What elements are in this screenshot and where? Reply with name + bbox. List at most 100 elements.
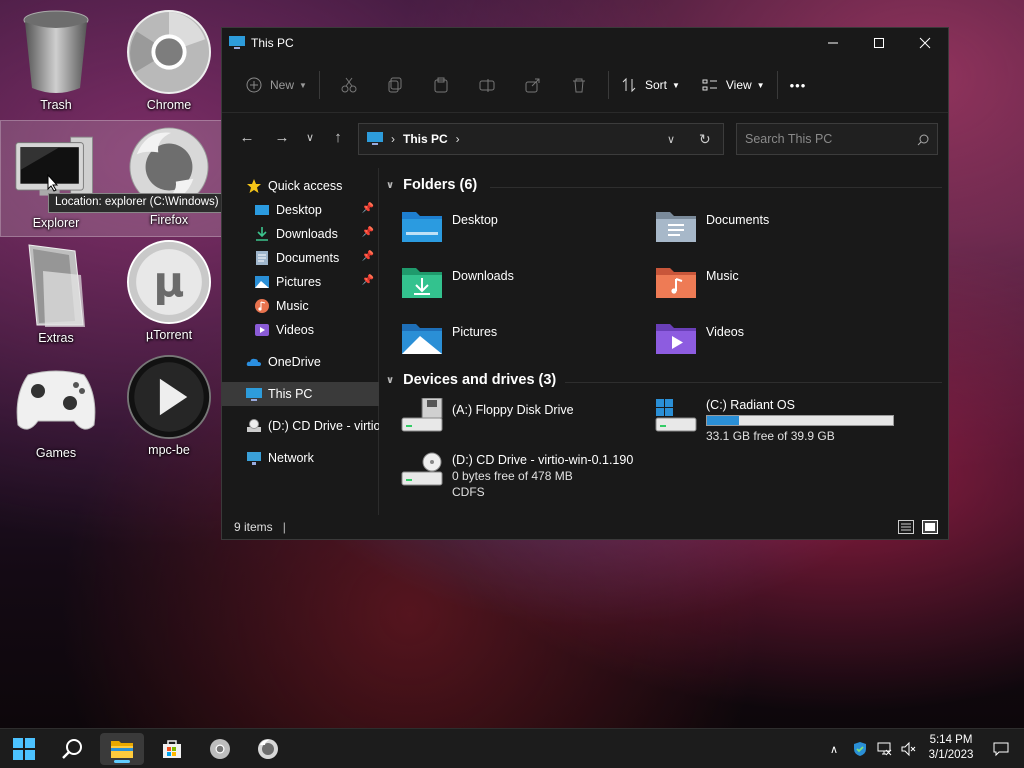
desktop-icon-utorrent[interactable]: µ µTorrent — [119, 240, 219, 342]
group-header-label: Folders (6) — [403, 177, 478, 193]
desktop-icon-trash[interactable]: Trash — [6, 10, 106, 112]
drive-tile-c[interactable]: (C:) Radiant OS 33.1 GB free of 39.9 GB — [654, 398, 934, 444]
network-tray-button[interactable] — [874, 729, 894, 768]
address-bar[interactable]: › This PC › ∨ ↻ — [358, 123, 724, 155]
forward-button[interactable]: → — [267, 122, 297, 152]
drive-tile-cd[interactable]: (D:) CD Drive - virtio-win-0.1.190 0 byt… — [400, 452, 700, 500]
music-folder-icon — [656, 268, 696, 298]
notification-icon — [993, 742, 1009, 757]
notifications-button[interactable] — [990, 729, 1012, 768]
breadcrumb-this-pc[interactable]: This PC — [403, 132, 448, 146]
desktop-icon-games[interactable]: Games — [6, 358, 106, 460]
chevron-down-icon: ∨ — [305, 131, 315, 144]
close-button[interactable] — [902, 28, 948, 58]
sidebar-item-this-pc[interactable]: This PC — [222, 382, 379, 406]
network-icon — [247, 452, 261, 465]
new-button[interactable]: New ▼ — [240, 69, 313, 101]
details-view-icon — [898, 520, 914, 534]
taskbar-firefox[interactable] — [246, 733, 290, 765]
taskbar-clock[interactable]: 5:14 PM 3/1/2023 — [920, 733, 982, 763]
drive-label: (D:) CD Drive - virtio-win-0.1.190 — [452, 453, 634, 467]
folder-tile-desktop[interactable]: Desktop — [400, 208, 630, 244]
sidebar-item-pictures[interactable]: Pictures 📌 — [222, 270, 379, 294]
start-button[interactable] — [2, 733, 46, 765]
chevron-down-icon: ∨ — [386, 179, 395, 191]
taskbar-file-explorer[interactable] — [100, 733, 144, 765]
tiles-view-button[interactable] — [922, 520, 938, 537]
arrow-up-icon: ↑ — [334, 128, 342, 146]
folder-tile-documents[interactable]: Documents — [654, 208, 884, 244]
search-button[interactable] — [50, 733, 94, 765]
see-more-button[interactable]: ••• — [784, 69, 813, 101]
folder-tile-videos[interactable]: Videos — [654, 320, 884, 356]
pin-icon: 📌 — [361, 227, 374, 238]
floppy-drive-icon — [401, 398, 443, 432]
address-dropdown-icon[interactable]: ∨ — [667, 133, 675, 146]
folder-tile-downloads[interactable]: Downloads — [400, 264, 630, 300]
folder-label: Pictures — [452, 325, 498, 339]
sidebar-item-network[interactable]: Network — [222, 446, 379, 470]
documents-folder-icon — [656, 212, 696, 242]
desktop-icon-extras[interactable]: Extras — [6, 243, 106, 345]
recent-locations-button[interactable]: ∨ — [297, 122, 323, 152]
desktop-icon-mpc-be[interactable]: mpc-be — [119, 355, 219, 457]
sidebar-item-documents[interactable]: Documents 📌 — [222, 246, 379, 270]
rename-button[interactable] — [464, 69, 510, 101]
sidebar-item-label: Documents — [276, 251, 340, 265]
desktop-icon-chrome[interactable]: Chrome — [119, 10, 219, 112]
downloads-folder-icon — [402, 268, 442, 298]
drive-free-space: 33.1 GB free of 39.9 GB — [706, 429, 835, 443]
drive-tile-floppy[interactable]: (A:) Floppy Disk Drive — [400, 398, 640, 434]
minimize-button[interactable] — [810, 28, 856, 58]
shield-icon — [854, 742, 866, 756]
breadcrumb-separator: › — [455, 132, 460, 146]
taskbar-store[interactable] — [150, 733, 194, 765]
folder-tile-music[interactable]: Music — [654, 264, 884, 300]
copy-icon — [388, 77, 402, 93]
music-icon — [255, 299, 269, 313]
refresh-icon[interactable]: ↻ — [699, 131, 711, 148]
sidebar-item-downloads[interactable]: Downloads 📌 — [222, 222, 379, 246]
arrow-left-icon: ← — [239, 128, 255, 146]
explorer-window[interactable]: This PC New ▼ Sort ▼ View ▼ ••• ← → ∨ ↑ … — [221, 27, 949, 540]
sidebar-item-onedrive[interactable]: OneDrive — [222, 350, 379, 374]
volume-tray-button[interactable] — [898, 729, 918, 768]
sidebar-item-cd-drive[interactable]: (D:) CD Drive - virtio-win-0.1.190 — [222, 414, 379, 438]
folder-tile-pictures[interactable]: Pictures — [400, 320, 630, 356]
delete-button[interactable] — [556, 69, 602, 101]
sidebar-item-label: (D:) CD Drive - virtio-win-0.1.190 — [268, 419, 379, 433]
back-button[interactable]: ← — [232, 122, 262, 152]
sidebar-item-music[interactable]: Music — [222, 294, 379, 318]
sidebar-item-quick-access[interactable]: Quick access — [222, 174, 379, 198]
cut-button[interactable] — [326, 69, 372, 101]
share-button[interactable] — [510, 69, 556, 101]
search-box[interactable]: Search This PC — [736, 123, 938, 155]
pin-icon: 📌 — [361, 275, 374, 286]
taskbar-chrome[interactable] — [198, 733, 242, 765]
network-icon — [877, 742, 892, 756]
breadcrumb-separator: › — [391, 132, 395, 146]
tiles-view-icon — [922, 520, 938, 534]
command-bar: New ▼ Sort ▼ View ▼ ••• — [222, 58, 948, 113]
sort-button-label: Sort — [644, 78, 667, 92]
desktop-icon-label: µTorrent — [145, 328, 193, 342]
paste-button[interactable] — [418, 69, 464, 101]
sidebar-item-label: Downloads — [276, 227, 338, 241]
sort-button[interactable]: Sort ▼ — [615, 69, 686, 101]
copy-button[interactable] — [372, 69, 418, 101]
up-button[interactable]: ↑ — [323, 122, 353, 152]
clock-date: 3/1/2023 — [928, 749, 974, 761]
firefox-icon — [258, 739, 278, 759]
maximize-button[interactable] — [856, 28, 902, 58]
drive-label: (C:) Radiant OS — [706, 398, 795, 412]
desktop-icon-label: Trash — [40, 98, 72, 112]
details-view-button[interactable] — [898, 520, 914, 537]
drive-usage-fill — [707, 416, 739, 425]
view-button[interactable]: View ▼ — [696, 69, 771, 101]
sidebar-item-videos[interactable]: Videos — [222, 318, 379, 342]
group-header-folders[interactable]: ∨ Folders (6) — [386, 177, 477, 193]
show-hidden-icons-button[interactable]: ∧ — [826, 729, 842, 768]
security-tray-button[interactable] — [850, 729, 870, 768]
sidebar-item-desktop[interactable]: Desktop 📌 — [222, 198, 379, 222]
group-header-devices[interactable]: ∨ Devices and drives (3) — [386, 372, 556, 388]
